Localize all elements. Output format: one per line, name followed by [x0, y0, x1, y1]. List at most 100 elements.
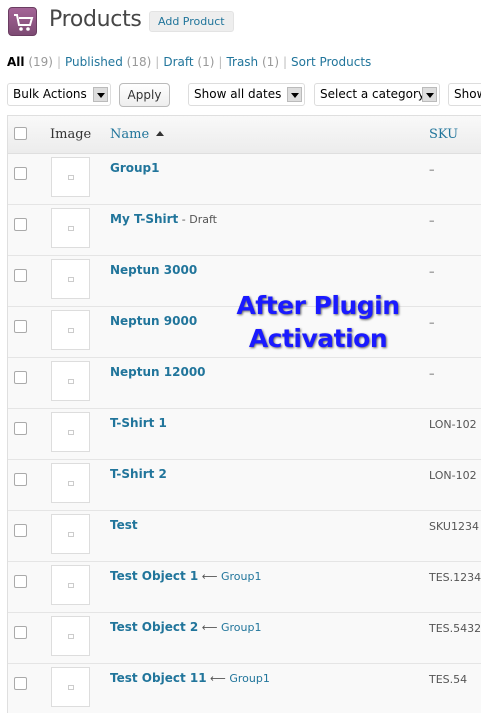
- product-thumbnail[interactable]: [51, 310, 90, 350]
- row-checkbox[interactable]: [14, 269, 27, 282]
- product-type-value: Show: [454, 87, 481, 101]
- product-name[interactable]: Test Object 11 ⟵ Group1: [110, 671, 270, 685]
- filter-trash[interactable]: Trash (1): [226, 55, 279, 69]
- product-thumbnail[interactable]: [51, 208, 90, 248]
- chevron-down-icon: [422, 87, 437, 102]
- parent-group-link[interactable]: Group1: [221, 570, 262, 583]
- product-name-link[interactable]: My T-Shirt: [110, 212, 178, 226]
- table-row: Group1 –: [8, 154, 481, 205]
- arrow-left-icon: ⟵: [198, 621, 221, 634]
- status-filter-links: All (19) | Published (18) | Draft (1) | Trash …: [7, 55, 372, 69]
- row-checkbox[interactable]: [14, 422, 27, 435]
- table-row: Test Object 1 ⟵ Group1 TES.1234: [8, 562, 481, 613]
- product-name-link[interactable]: Neptun 12000: [110, 365, 206, 379]
- product-thumbnail[interactable]: [51, 616, 90, 656]
- product-sku: LON-102: [429, 418, 477, 431]
- product-sku: TES.5432: [429, 622, 481, 635]
- product-name-link[interactable]: Test Object 11: [110, 671, 207, 685]
- table-row: Test Object 2 ⟵ Group1 TES.5432: [8, 613, 481, 664]
- product-name-link[interactable]: T-Shirt 2: [110, 467, 167, 481]
- table-row: T-Shirt 2 LON-102: [8, 460, 481, 511]
- sort-asc-icon: [156, 131, 165, 136]
- products-icon: [8, 7, 37, 36]
- product-name[interactable]: T-Shirt 1: [110, 416, 167, 430]
- product-thumbnail[interactable]: [51, 514, 90, 554]
- product-thumbnail[interactable]: [51, 667, 90, 707]
- table-row: T-Shirt 1 LON-102: [8, 409, 481, 460]
- arrow-left-icon: ⟵: [206, 672, 230, 685]
- product-sku: –: [429, 367, 435, 380]
- product-name[interactable]: Test Object 1 ⟵ Group1: [110, 569, 261, 583]
- product-thumbnail[interactable]: [51, 565, 90, 605]
- filter-published[interactable]: Published (18): [65, 55, 151, 69]
- product-sku: –: [429, 163, 435, 176]
- table-header: Image Name SKU: [8, 116, 481, 154]
- row-checkbox[interactable]: [14, 473, 27, 486]
- product-thumbnail[interactable]: [51, 463, 90, 503]
- product-name[interactable]: Neptun 12000: [110, 365, 206, 379]
- product-name[interactable]: Test Object 2 ⟵ Group1: [110, 620, 261, 634]
- product-name-link[interactable]: Group1: [110, 161, 160, 175]
- product-name-link[interactable]: Test Object 1: [110, 569, 198, 583]
- filter-all[interactable]: All (19): [7, 55, 53, 69]
- column-image: Image: [50, 127, 92, 142]
- product-status: - Draft: [178, 213, 217, 226]
- filter-draft[interactable]: Draft (1): [163, 55, 214, 69]
- sort-products-link[interactable]: Sort Products: [291, 55, 371, 69]
- product-sku: LON-102: [429, 469, 477, 482]
- annotation-overlay: After Plugin Activation: [200, 289, 436, 355]
- row-checkbox[interactable]: [14, 320, 27, 333]
- chevron-down-icon: [93, 87, 108, 102]
- category-filter-select[interactable]: Select a category: [314, 83, 440, 106]
- product-thumbnail[interactable]: [51, 412, 90, 452]
- product-name-link[interactable]: Test: [110, 518, 138, 532]
- product-name-link[interactable]: Neptun 3000: [110, 263, 197, 277]
- bulk-actions-select[interactable]: Bulk Actions: [7, 83, 111, 106]
- row-checkbox[interactable]: [14, 524, 27, 537]
- row-checkbox[interactable]: [14, 167, 27, 180]
- row-checkbox[interactable]: [14, 218, 27, 231]
- product-name-link[interactable]: Test Object 2: [110, 620, 198, 634]
- column-name-label: Name: [110, 127, 150, 142]
- product-sku: –: [429, 214, 435, 227]
- product-sku: TES.54: [429, 673, 468, 686]
- product-name-link[interactable]: Neptun 9000: [110, 314, 197, 328]
- arrow-left-icon: ⟵: [198, 570, 221, 583]
- product-name[interactable]: Neptun 3000: [110, 263, 197, 277]
- table-row: Test SKU1234: [8, 511, 481, 562]
- row-checkbox[interactable]: [14, 575, 27, 588]
- parent-group-link[interactable]: Group1: [229, 672, 270, 685]
- column-name[interactable]: Name: [110, 127, 165, 142]
- row-checkbox[interactable]: [14, 626, 27, 639]
- table-row: Test Object 11 ⟵ Group1 TES.54: [8, 664, 481, 713]
- parent-group-link[interactable]: Group1: [221, 621, 262, 634]
- product-name[interactable]: My T-Shirt - Draft: [110, 212, 217, 226]
- category-filter-value: Select a category: [320, 87, 426, 101]
- bulk-actions-value: Bulk Actions: [13, 87, 87, 101]
- date-filter-value: Show all dates: [194, 87, 282, 101]
- product-name[interactable]: Neptun 9000: [110, 314, 197, 328]
- product-type-select[interactable]: Show: [448, 83, 481, 106]
- product-name[interactable]: Test: [110, 518, 138, 532]
- product-thumbnail[interactable]: [51, 157, 90, 197]
- chevron-down-icon: [287, 87, 302, 102]
- column-sku[interactable]: SKU: [429, 127, 458, 142]
- row-checkbox[interactable]: [14, 371, 27, 384]
- table-row: Neptun 12000 –: [8, 358, 481, 409]
- product-sku: SKU1234: [429, 520, 479, 533]
- product-sku: –: [429, 265, 435, 278]
- row-checkbox[interactable]: [14, 677, 27, 690]
- product-thumbnail[interactable]: [51, 361, 90, 401]
- select-all-checkbox[interactable]: [14, 127, 27, 140]
- apply-button[interactable]: Apply: [119, 83, 170, 107]
- page-title: Products: [49, 7, 142, 32]
- products-table: Image Name SKU Group1– My T-Shirt - Draft…: [7, 115, 481, 713]
- product-thumbnail[interactable]: [51, 259, 90, 299]
- date-filter-select[interactable]: Show all dates: [188, 83, 305, 106]
- add-product-button[interactable]: Add Product: [149, 11, 234, 32]
- product-name-link[interactable]: T-Shirt 1: [110, 416, 167, 430]
- product-name[interactable]: T-Shirt 2: [110, 467, 167, 481]
- product-name[interactable]: Group1: [110, 161, 160, 175]
- annotation-line-1: After Plugin: [236, 291, 400, 320]
- table-row: My T-Shirt - Draft –: [8, 205, 481, 256]
